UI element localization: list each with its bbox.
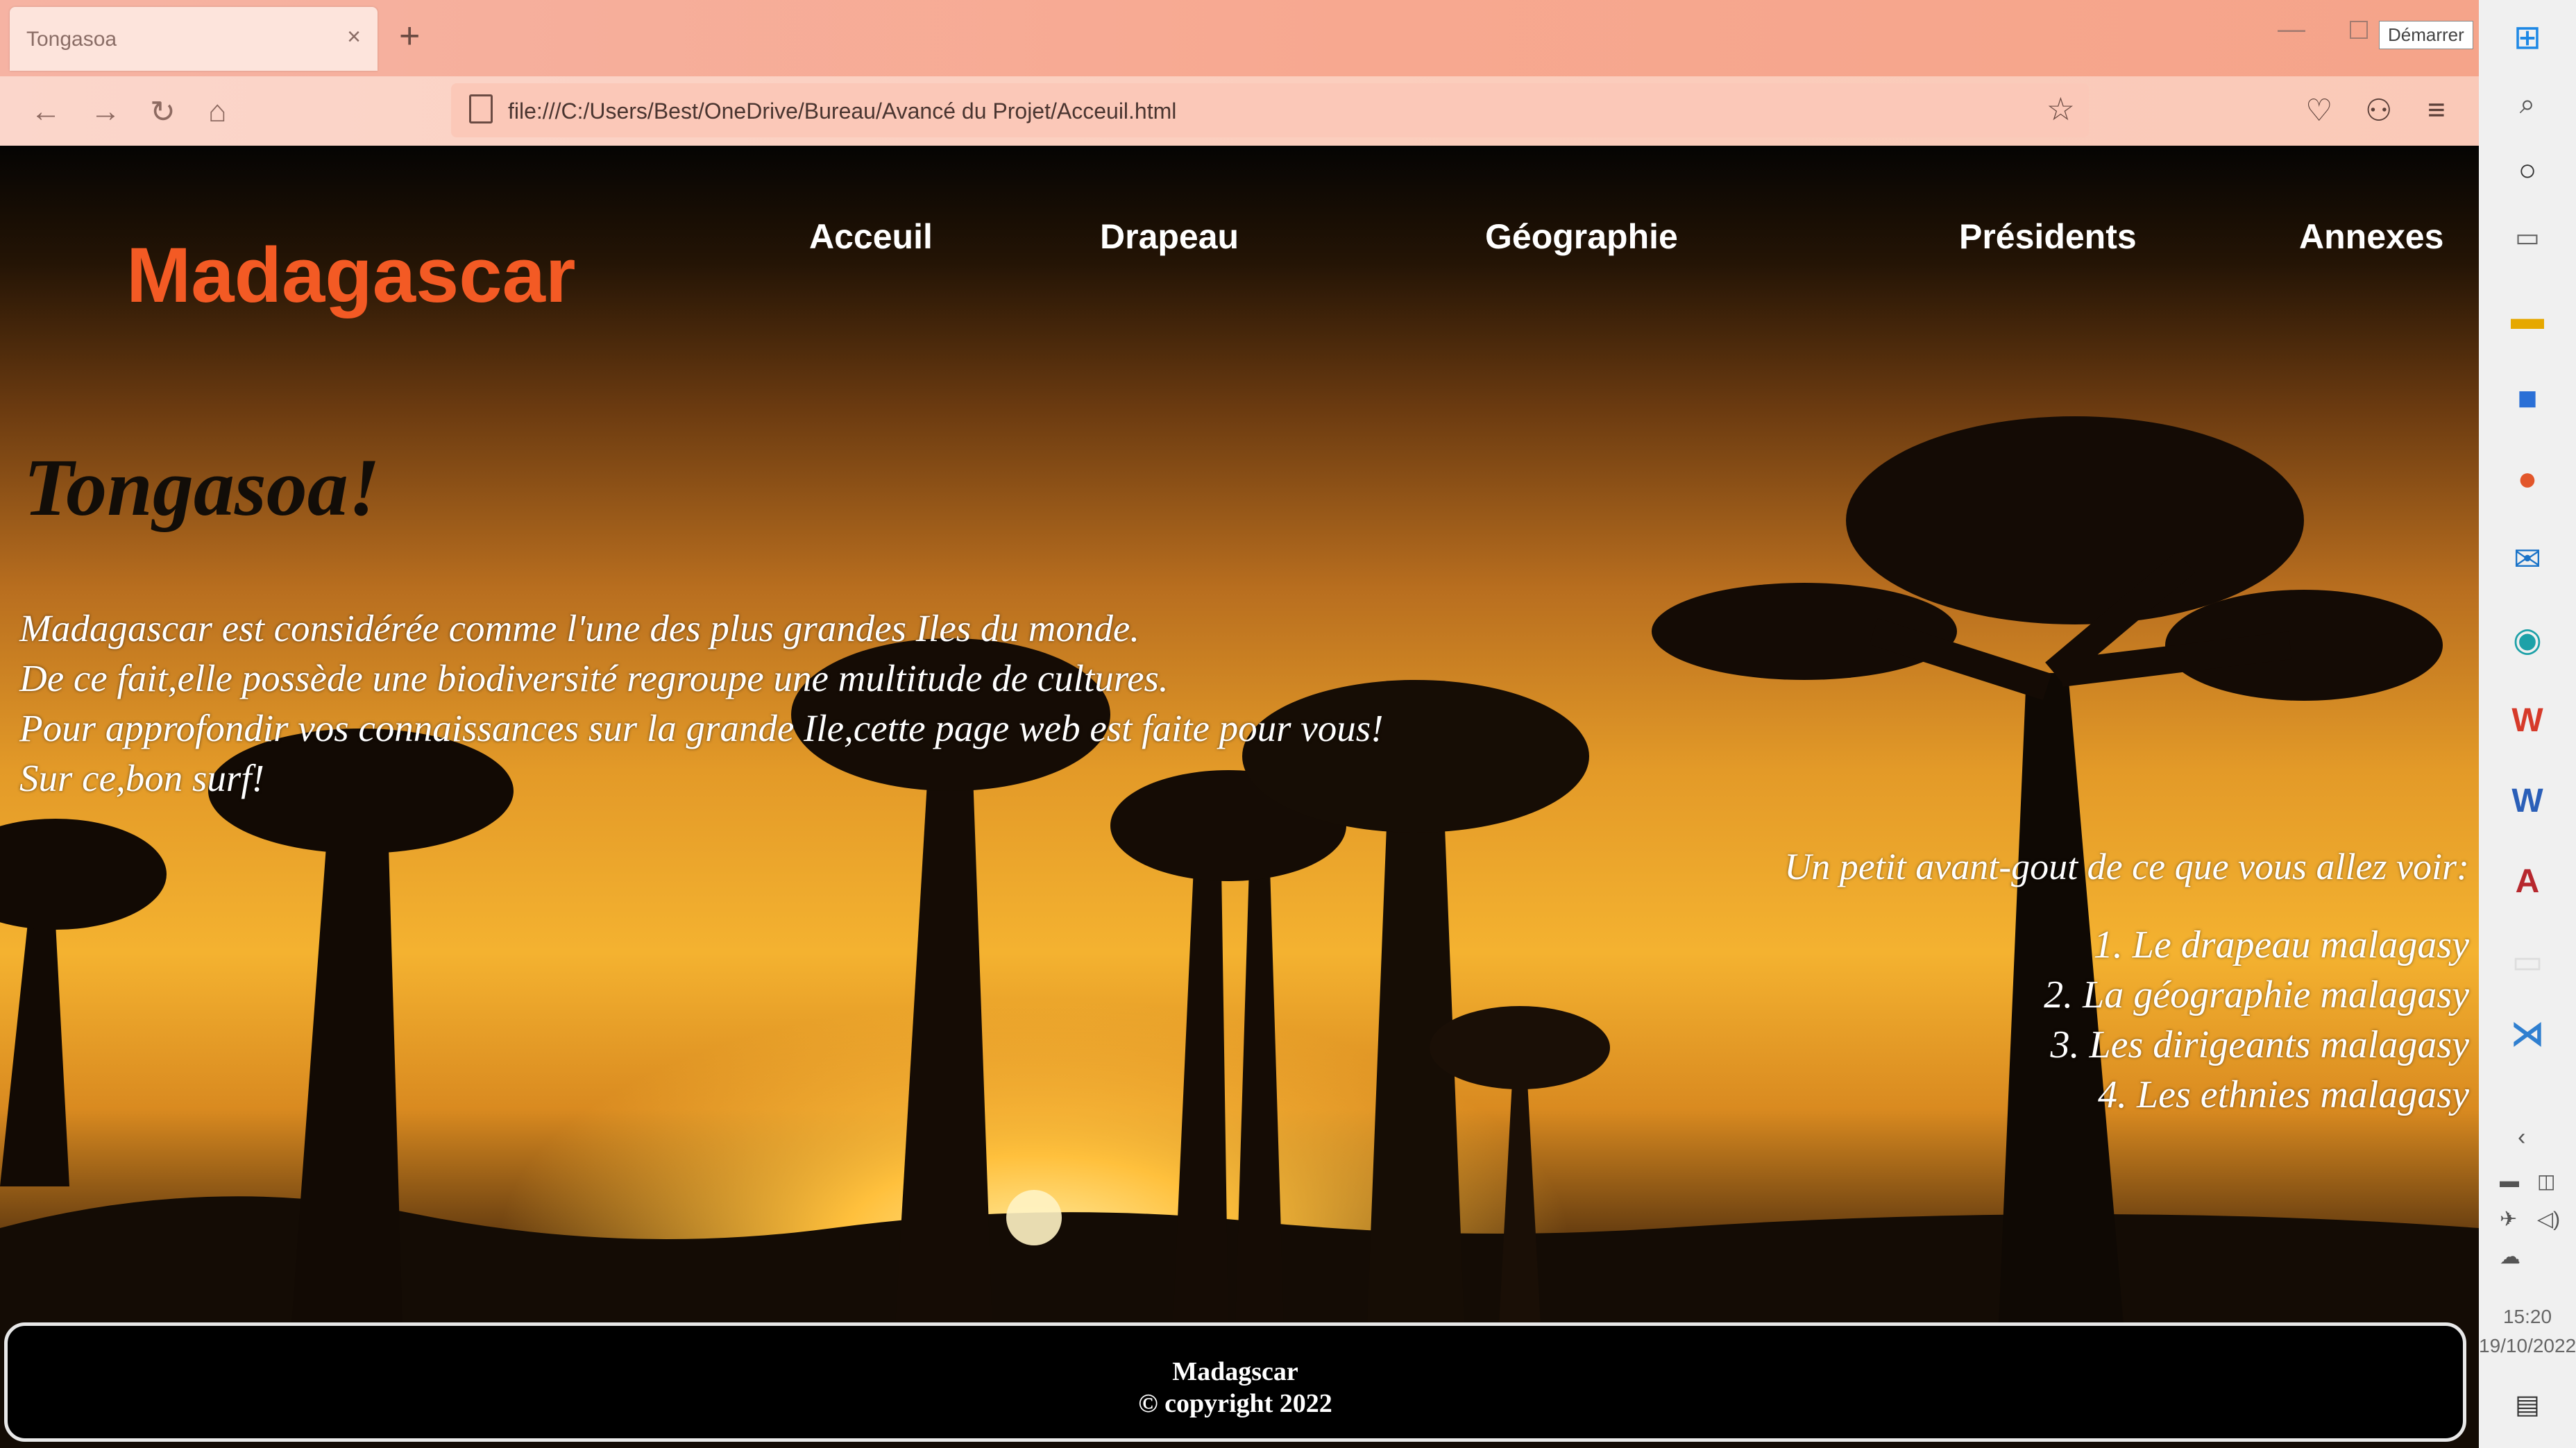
menu-link-geographie[interactable]: Géographie bbox=[1485, 216, 1678, 257]
vscode-icon[interactable]: ⋊ bbox=[2507, 1013, 2548, 1055]
battery-icon[interactable]: ▬ bbox=[2500, 1170, 2519, 1192]
windows-taskbar: ⊞ ⌕ ○ ▭ ▬ ■ ● ✉ ◉ W W A ▭ ⋊ ‹ ▬ ◫ ✈ ◁) ☁… bbox=[2479, 0, 2576, 1448]
preview-list-item: 2. La géographie malagasy bbox=[2044, 973, 2469, 1016]
tab-bar: Tongasoa × + — Démarrer bbox=[0, 0, 2479, 76]
volume-icon[interactable]: ◁) bbox=[2537, 1207, 2560, 1232]
windows-start-icon[interactable]: ⊞ bbox=[2507, 17, 2548, 58]
clock-date[interactable]: 19/10/2022 bbox=[2479, 1335, 2576, 1357]
tab-close-icon[interactable]: × bbox=[347, 24, 361, 51]
restore-window-icon[interactable] bbox=[2350, 21, 2368, 39]
store-icon[interactable]: ■ bbox=[2507, 377, 2548, 419]
show-hidden-icons-chevron-icon[interactable]: ‹ bbox=[2518, 1124, 2525, 1151]
word-icon[interactable]: W bbox=[2507, 780, 2548, 821]
navigation-toolbar: ← → ↻ ⌂ file:///C:/Users/Best/OneDrive/B… bbox=[0, 76, 2479, 146]
preview-list-item: 3. Les dirigeants malagasy bbox=[2050, 1023, 2469, 1066]
intro-line: Madagascar est considérée comme l'une de… bbox=[19, 607, 1140, 649]
intro-line: Sur ce,bon surf! bbox=[19, 757, 264, 799]
intro-line: Pour approfondir vos connaissances sur l… bbox=[19, 707, 1384, 749]
forward-arrow-icon[interactable]: → bbox=[90, 94, 121, 129]
search-icon[interactable]: ⌕ bbox=[2507, 83, 2548, 125]
page-document-icon bbox=[469, 94, 493, 123]
cortana-icon[interactable]: ○ bbox=[2507, 150, 2548, 191]
mail-icon[interactable]: ✉ bbox=[2507, 538, 2548, 580]
preview-list: 1. Le drapeau malagasy 2. La géographie … bbox=[1784, 920, 2469, 1120]
airplane-mode-icon[interactable]: ✈ bbox=[2500, 1207, 2517, 1232]
app-menu-icon[interactable]: ≡ bbox=[2427, 93, 2446, 128]
preview-title: Un petit avant-gout de ce que vous allez… bbox=[1784, 846, 2469, 887]
file-explorer-icon[interactable]: ▬ bbox=[2507, 297, 2548, 339]
extensions-icon[interactable]: ⚇ bbox=[2365, 93, 2392, 128]
demarrer-tooltip: Démarrer bbox=[2379, 21, 2473, 49]
tab-title: Tongasoa bbox=[26, 28, 117, 51]
preview-list-item: 4. Les ethnies malagasy bbox=[2097, 1073, 2469, 1116]
blank-app-icon[interactable]: ▭ bbox=[2507, 941, 2548, 982]
menu-link-acceuil[interactable]: Acceuil bbox=[809, 216, 933, 257]
reload-icon[interactable]: ↻ bbox=[150, 94, 176, 130]
web-page: Madagascar Acceuil Drapeau Géographie Pr… bbox=[0, 146, 2479, 1448]
clock-time[interactable]: 15:20 bbox=[2479, 1306, 2576, 1328]
preview-list-item: 1. Le drapeau malagasy bbox=[2093, 923, 2469, 966]
office-icon[interactable]: W bbox=[2507, 699, 2548, 741]
menu-link-presidents[interactable]: Présidents bbox=[1959, 216, 2137, 257]
task-view-icon[interactable]: ▭ bbox=[2507, 216, 2548, 258]
menu-link-drapeau[interactable]: Drapeau bbox=[1100, 216, 1239, 257]
access-icon[interactable]: A bbox=[2507, 860, 2548, 902]
back-arrow-icon[interactable]: ← bbox=[31, 94, 61, 129]
device-icon[interactable]: ◫ bbox=[2537, 1170, 2555, 1193]
intro-paragraph: Madagascar est considérée comme l'une de… bbox=[19, 604, 1685, 803]
site-logo-title[interactable]: Madagascar bbox=[126, 230, 575, 320]
onedrive-cloud-icon[interactable]: ☁ bbox=[2500, 1245, 2520, 1269]
firefox-icon[interactable]: ● bbox=[2507, 458, 2548, 500]
new-tab-button[interactable]: + bbox=[399, 15, 420, 57]
welcome-heading: Tongasoa! bbox=[24, 442, 380, 533]
pocket-icon[interactable]: ♡ bbox=[2305, 93, 2332, 128]
minimize-window-button[interactable]: — bbox=[2278, 14, 2305, 45]
notifications-icon[interactable]: ▤ bbox=[2515, 1389, 2540, 1420]
url-text[interactable]: file:///C:/Users/Best/OneDrive/Bureau/Av… bbox=[508, 99, 1176, 124]
home-icon[interactable]: ⌂ bbox=[208, 94, 227, 129]
intro-line: De ce fait,elle possède une biodiversité… bbox=[19, 657, 1169, 699]
footer-site-name: Madagscar bbox=[1172, 1357, 1298, 1386]
footer-copyright: © copyright 2022 bbox=[1138, 1389, 1332, 1418]
tab-tongasoa[interactable]: Tongasoa × bbox=[10, 7, 378, 71]
preview-section: Un petit avant-gout de ce que vous allez… bbox=[1784, 845, 2469, 1120]
address-bar[interactable]: file:///C:/Users/Best/OneDrive/Bureau/Av… bbox=[451, 83, 2089, 137]
bookmark-star-icon[interactable]: ☆ bbox=[2047, 90, 2075, 128]
menu-link-annexes[interactable]: Annexes bbox=[2299, 216, 2443, 257]
edge-icon[interactable]: ◉ bbox=[2507, 619, 2548, 661]
page-footer: Madagscar © copyright 2022 bbox=[4, 1322, 2466, 1442]
browser-window: Tongasoa × + — Démarrer ← → ↻ ⌂ file:///… bbox=[0, 0, 2479, 1448]
